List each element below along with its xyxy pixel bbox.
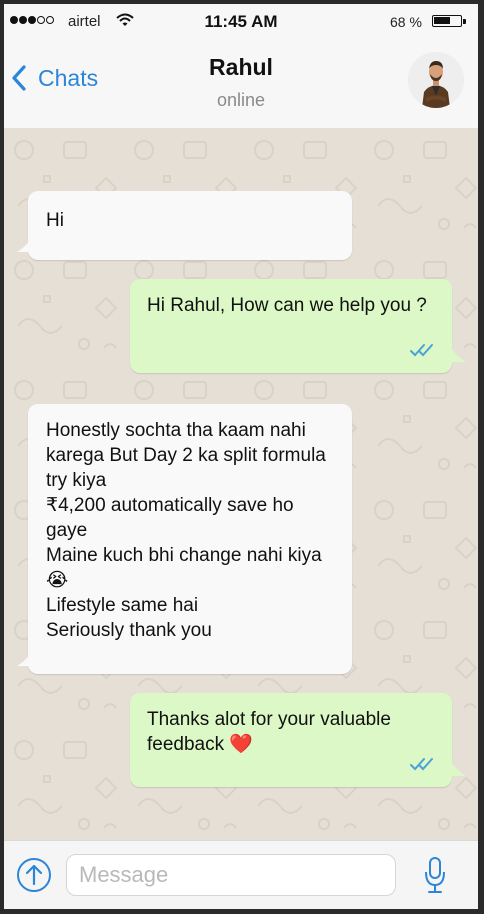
message-text: Hi Rahul, How can we help you ?: [147, 295, 427, 316]
contact-status: online: [216, 90, 266, 110]
double-check-icon: [410, 758, 433, 771]
message-line: Maine kuch bhi change nahi kiya 😭: [46, 545, 322, 591]
message-bubble-outgoing[interactable]: Hi Rahul, How can we help you ?: [130, 279, 452, 373]
contact-name[interactable]: Rahul: [4, 54, 478, 81]
message-line: Lifestyle same hai: [46, 595, 199, 616]
status-bar: airtel 11:45 AM 68 %: [4, 4, 478, 40]
message-input[interactable]: [66, 854, 396, 896]
double-check-icon: [410, 344, 433, 357]
message-line: Seriously thank you: [46, 620, 212, 641]
message-bubble-incoming[interactable]: Honestly sochta tha kaam nahi karega But…: [28, 404, 352, 674]
message-input-bar: [4, 840, 478, 909]
message-line: Honestly sochta tha kaam nahi karega But…: [46, 420, 326, 491]
battery-percentage: 68 %: [390, 14, 422, 30]
message-bubble-incoming[interactable]: Hi: [28, 191, 352, 260]
bubble-tail: [17, 236, 33, 252]
chat-area[interactable]: Hi Hi Rahul, How can we help you ? Hones…: [4, 128, 478, 840]
bubble-tail: [450, 760, 466, 776]
avatar[interactable]: [408, 52, 464, 108]
chat-header: Chats Rahul online: [4, 40, 478, 129]
battery-icon: [432, 15, 462, 27]
upload-arrow-icon[interactable]: [16, 857, 52, 893]
message-text: Hi: [46, 210, 64, 231]
bubble-tail: [17, 650, 33, 666]
bubble-tail: [450, 346, 466, 362]
message-text: Thanks alot for your valuable feedback ❤…: [147, 709, 391, 755]
microphone-icon[interactable]: [424, 855, 446, 895]
message-bubble-outgoing[interactable]: Thanks alot for your valuable feedback ❤…: [130, 693, 452, 787]
message-line: ₹4,200 automatically save ho gaye: [46, 495, 294, 541]
phone-screen: airtel 11:45 AM 68 % Chats Rahul online: [4, 4, 478, 909]
